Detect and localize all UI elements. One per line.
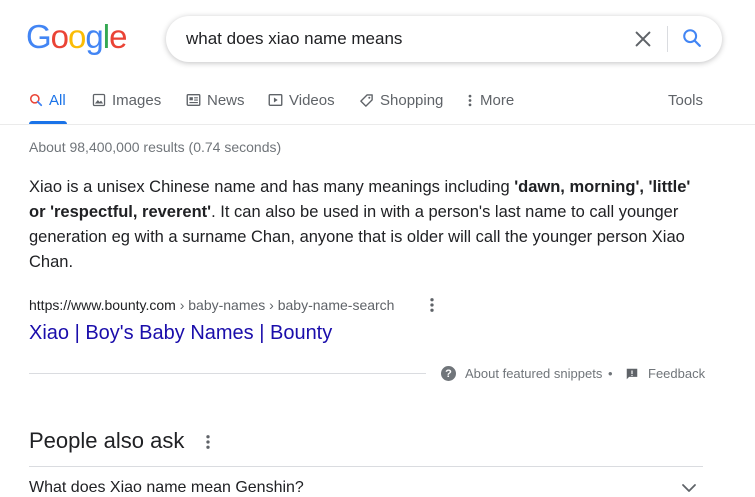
about-featured-snippets-link[interactable]: ? About featured snippets	[441, 366, 602, 381]
tab-all[interactable]: All	[29, 92, 66, 124]
source-cite[interactable]: https://www.bounty.com › baby-names › ba…	[29, 297, 394, 313]
tools-button[interactable]: Tools	[668, 92, 703, 124]
source-domain: https://www.bounty.com	[29, 297, 176, 313]
result-stats: About 98,400,000 results (0.74 seconds)	[29, 139, 282, 155]
logo-letter-e: e	[109, 18, 127, 55]
tab-label: Images	[112, 92, 162, 109]
snippet-text-part: Xiao is a unisex Chinese name and has ma…	[29, 178, 515, 196]
news-icon	[186, 94, 201, 106]
tab-label: All	[49, 92, 66, 109]
search-icon	[29, 93, 43, 107]
help-icon: ?	[441, 366, 456, 381]
video-icon	[268, 94, 283, 106]
more-vert-icon[interactable]	[202, 433, 214, 451]
chevron-down-icon[interactable]	[680, 481, 698, 495]
tab-shopping[interactable]: Shopping	[359, 92, 443, 124]
tag-icon	[360, 94, 373, 107]
tab-videos[interactable]: Videos	[268, 92, 335, 124]
feedback-link[interactable]: Feedback	[625, 366, 705, 381]
logo-letter-o1: o	[50, 18, 69, 55]
search-icon[interactable]	[681, 27, 703, 49]
tabs-divider	[0, 124, 755, 125]
feedback-icon	[626, 368, 638, 379]
tab-more[interactable]: More	[466, 92, 514, 124]
more-vert-icon[interactable]	[426, 296, 438, 314]
paa-question[interactable]: What does Xiao name mean Genshin?	[29, 479, 304, 497]
tab-label: Videos	[289, 92, 335, 109]
google-logo[interactable]: Google	[26, 18, 127, 56]
paa-divider	[29, 466, 703, 467]
search-divider	[667, 26, 668, 52]
tools-label: Tools	[668, 92, 704, 109]
close-icon[interactable]	[632, 28, 654, 50]
featured-snippet-text: Xiao is a unisex Chinese name and has ma…	[29, 175, 709, 275]
tab-news[interactable]: News	[186, 92, 245, 124]
tab-label: Shopping	[380, 92, 444, 109]
logo-letter-g2: g	[85, 18, 103, 55]
tab-images[interactable]: Images	[92, 92, 161, 124]
logo-letter-o2: o	[68, 18, 86, 55]
source-breadcrumbs: › baby-names › baby-name-search	[175, 297, 395, 313]
tab-label: News	[207, 92, 245, 109]
feedback-label: Feedback	[648, 366, 706, 381]
tab-label: More	[480, 92, 515, 109]
snippet-divider	[29, 373, 426, 374]
search-input[interactable]: what does xiao name means	[186, 29, 402, 49]
search-box[interactable]: what does xiao name means	[166, 16, 722, 62]
image-icon	[92, 93, 106, 107]
logo-letter-g: G	[26, 18, 52, 55]
footer-separator: •	[608, 366, 613, 381]
result-title-link[interactable]: Xiao | Boy's Baby Names | Bounty	[29, 322, 332, 345]
more-vert-icon	[468, 94, 472, 107]
about-snippets-label: About featured snippets	[465, 366, 603, 381]
people-also-ask-title: People also ask	[29, 428, 185, 453]
